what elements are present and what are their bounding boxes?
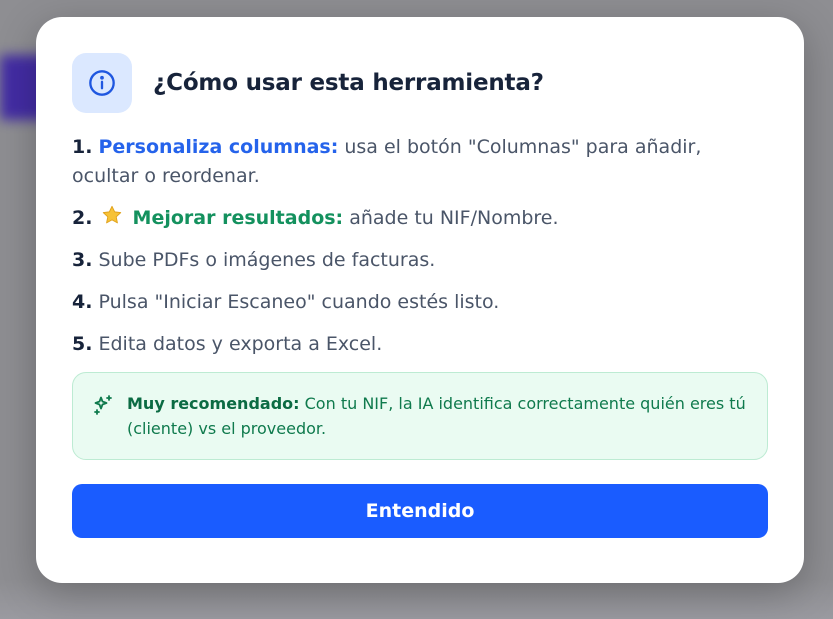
step-2: 2. Mejorar resultados: añade tu NIF/Nomb…: [72, 204, 768, 233]
step-text: Edita datos y exporta a Excel.: [92, 333, 383, 355]
info-badge: [72, 53, 132, 113]
step-number: 3.: [72, 249, 93, 271]
dialog-header: ¿Cómo usar esta herramienta?: [72, 53, 768, 113]
step-number: 5.: [72, 333, 93, 355]
recommendation-callout: Muy recomendado: Con tu NIF, la IA ident…: [72, 372, 768, 460]
step-text: añade tu NIF/Nombre.: [343, 207, 559, 229]
step-4: 4. Pulsa "Iniciar Escaneo" cuando estés …: [72, 288, 768, 317]
sparkles-icon: [94, 395, 112, 415]
step-highlight: Mejorar resultados:: [132, 207, 344, 229]
step-text: Pulsa "Iniciar Escaneo" cuando estés lis…: [92, 291, 500, 313]
step-highlight: Personaliza columnas:: [98, 136, 339, 158]
step-text: Sube PDFs o imágenes de facturas.: [92, 249, 436, 271]
confirm-button[interactable]: Entendido: [72, 484, 768, 538]
step-number: 2.: [72, 207, 93, 229]
background-footer: [0, 579, 833, 619]
star-icon: [102, 205, 121, 224]
help-dialog: ¿Cómo usar esta herramienta? 1. Personal…: [36, 17, 804, 583]
step-3: 3. Sube PDFs o imágenes de facturas.: [72, 246, 768, 275]
callout-strong: Muy recomendado:: [127, 394, 300, 413]
step-number: 4.: [72, 291, 93, 313]
step-1: 1. Personaliza columnas: usa el botón "C…: [72, 133, 768, 191]
step-number: 1.: [72, 136, 93, 158]
info-circle-icon: [89, 70, 115, 96]
steps-list: 1. Personaliza columnas: usa el botón "C…: [72, 133, 768, 359]
dialog-title: ¿Cómo usar esta herramienta?: [153, 70, 544, 96]
callout-text: Muy recomendado: Con tu NIF, la IA ident…: [127, 391, 747, 441]
step-5: 5. Edita datos y exporta a Excel.: [72, 330, 768, 359]
